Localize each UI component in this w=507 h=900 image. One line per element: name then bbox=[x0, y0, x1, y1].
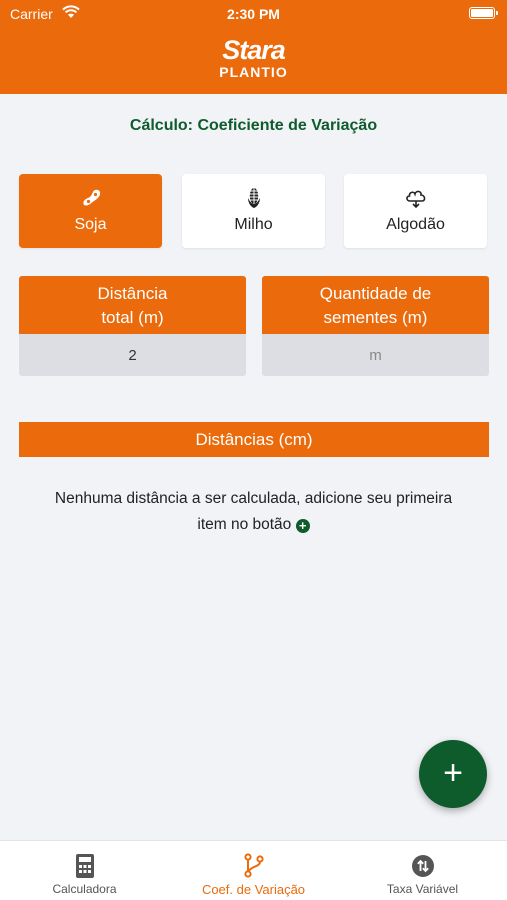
seed-quantity-label: Quantidade de sementes (m) bbox=[262, 276, 489, 334]
cotton-icon bbox=[405, 190, 425, 209]
seed-quantity-card: Quantidade de sementes (m) bbox=[262, 276, 489, 376]
soybean-icon bbox=[82, 189, 100, 206]
crop-button-milho[interactable]: Milho bbox=[182, 174, 325, 248]
empty-state-message: Nenhuma distância a ser calculada, adici… bbox=[0, 486, 507, 538]
calculator-icon bbox=[75, 854, 94, 878]
page-title: Cálculo: Coeficiente de Variação bbox=[129, 117, 378, 134]
add-distance-button[interactable]: + bbox=[419, 740, 487, 808]
plus-circle-icon: + bbox=[295, 519, 310, 533]
corn-icon bbox=[247, 188, 260, 208]
label-line: sementes (m) bbox=[323, 308, 428, 327]
distances-header: Distâncias (cm) bbox=[19, 422, 489, 457]
crop-label: Soja bbox=[74, 216, 107, 233]
brand-name: Stara bbox=[222, 35, 286, 65]
tab-label: Coef. de Variação bbox=[201, 882, 306, 897]
total-distance-input[interactable] bbox=[19, 334, 246, 376]
tab-label: Calculadora bbox=[52, 882, 117, 896]
label-line: Quantidade de bbox=[319, 284, 432, 303]
seed-quantity-input[interactable] bbox=[262, 334, 489, 376]
crop-button-algodao[interactable]: Algodão bbox=[344, 174, 487, 248]
app-header: Carrier 2:30 PM Stara PLANTIO bbox=[0, 0, 507, 94]
total-distance-card: Distância total (m) bbox=[19, 276, 246, 376]
label-line: total (m) bbox=[101, 308, 164, 327]
tab-label: Taxa Variável bbox=[386, 882, 459, 896]
empty-line: Nenhuma distância a ser calculada, adici… bbox=[54, 490, 453, 507]
crop-label: Algodão bbox=[386, 216, 445, 233]
label-line: Distância bbox=[97, 284, 168, 303]
swap-icon bbox=[411, 855, 434, 877]
clock: 2:30 PM bbox=[227, 6, 280, 22]
brand-subtitle: PLANTIO bbox=[219, 64, 288, 80]
tab-coef-variacao[interactable]: Coef. de Variação bbox=[169, 841, 338, 900]
empty-line-text: item no botão bbox=[197, 516, 292, 533]
tab-taxa-variavel[interactable]: Taxa Variável bbox=[338, 841, 507, 900]
brand-logo: Stara PLANTIO bbox=[0, 36, 507, 80]
empty-line-2: item no botão + bbox=[0, 512, 507, 538]
tab-calculadora[interactable]: Calculadora bbox=[0, 841, 169, 900]
crop-label: Milho bbox=[234, 216, 273, 233]
battery-icon bbox=[469, 7, 498, 19]
status-bar: Carrier 2:30 PM bbox=[0, 0, 507, 28]
crop-button-soja[interactable]: Soja bbox=[19, 174, 162, 248]
total-distance-label: Distância total (m) bbox=[19, 276, 246, 334]
branch-icon bbox=[243, 853, 264, 878]
tab-bar: Calculadora Coef. de Variação Taxa Variá… bbox=[0, 840, 507, 900]
